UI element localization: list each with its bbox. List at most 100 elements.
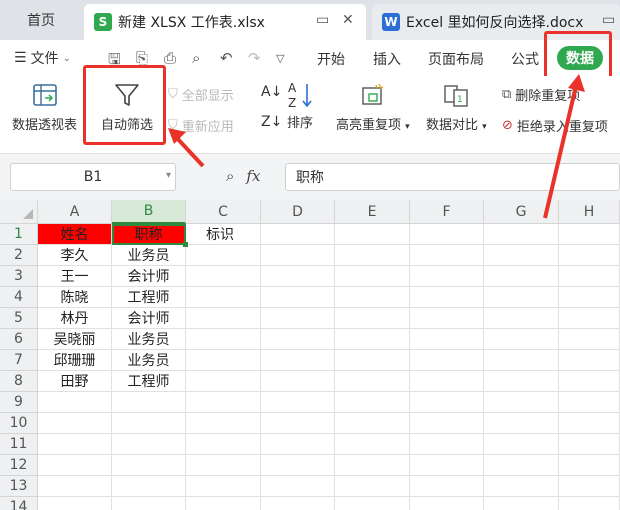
- column-header-d[interactable]: D: [261, 200, 335, 224]
- select-all-corner[interactable]: [0, 200, 38, 224]
- row-header-13[interactable]: 13: [0, 476, 38, 497]
- cell-f4[interactable]: [410, 287, 484, 308]
- cell-f13[interactable]: [410, 476, 484, 497]
- cell-b6[interactable]: 业务员: [112, 329, 186, 350]
- cell-e10[interactable]: [335, 413, 410, 434]
- cell-a8[interactable]: 田野: [38, 371, 112, 392]
- cell-g9[interactable]: [484, 392, 559, 413]
- cell-a1[interactable]: 姓名: [38, 224, 112, 245]
- cell-b1[interactable]: 职称: [112, 224, 186, 245]
- cell-b12[interactable]: [112, 455, 186, 476]
- cell-g6[interactable]: [484, 329, 559, 350]
- cell-g4[interactable]: [484, 287, 559, 308]
- name-box[interactable]: B1 ▾: [10, 163, 176, 191]
- cell-f9[interactable]: [410, 392, 484, 413]
- row-header-8[interactable]: 8: [0, 371, 38, 392]
- cell-d13[interactable]: [261, 476, 335, 497]
- cell-d2[interactable]: [261, 245, 335, 266]
- row-header-12[interactable]: 12: [0, 455, 38, 476]
- cell-h3[interactable]: [559, 266, 620, 287]
- file-menu[interactable]: ☰ 文件 ⌄: [14, 48, 71, 68]
- cell-a3[interactable]: 王一: [38, 266, 112, 287]
- cell-a2[interactable]: 李久: [38, 245, 112, 266]
- print-icon[interactable]: ⎙: [164, 49, 176, 67]
- cell-f8[interactable]: [410, 371, 484, 392]
- window-mode-icon[interactable]: ▭: [316, 12, 329, 28]
- cell-a11[interactable]: [38, 434, 112, 455]
- cell-c7[interactable]: [186, 350, 261, 371]
- cell-f12[interactable]: [410, 455, 484, 476]
- pivot-table-button[interactable]: 数据透视表: [12, 82, 77, 133]
- cell-h14[interactable]: [559, 497, 620, 510]
- cell-b3[interactable]: 会计师: [112, 266, 186, 287]
- cell-e12[interactable]: [335, 455, 410, 476]
- cell-f1[interactable]: [410, 224, 484, 245]
- cell-h7[interactable]: [559, 350, 620, 371]
- cell-g10[interactable]: [484, 413, 559, 434]
- column-header-c[interactable]: C: [186, 200, 261, 224]
- cell-d14[interactable]: [261, 497, 335, 510]
- cell-h13[interactable]: [559, 476, 620, 497]
- highlight-duplicates-button[interactable]: 高亮重复项 ▾: [336, 82, 410, 133]
- cell-a10[interactable]: [38, 413, 112, 434]
- cell-e1[interactable]: [335, 224, 410, 245]
- cell-d12[interactable]: [261, 455, 335, 476]
- chevron-down-icon[interactable]: ▾: [166, 170, 171, 181]
- cell-a5[interactable]: 林丹: [38, 308, 112, 329]
- cell-g2[interactable]: [484, 245, 559, 266]
- cell-d1[interactable]: [261, 224, 335, 245]
- print-preview-icon[interactable]: ⌕: [192, 49, 200, 67]
- cell-e8[interactable]: [335, 371, 410, 392]
- cell-g8[interactable]: [484, 371, 559, 392]
- cell-a12[interactable]: [38, 455, 112, 476]
- tab-xlsx[interactable]: S 新建 XLSX 工作表.xlsx ▭ ✕: [84, 4, 366, 40]
- cell-h1[interactable]: [559, 224, 620, 245]
- redo-icon[interactable]: ↷: [248, 49, 261, 67]
- cell-h8[interactable]: [559, 371, 620, 392]
- cell-h10[interactable]: [559, 413, 620, 434]
- show-all-button[interactable]: ⛉ 全部显示: [168, 85, 234, 104]
- row-header-3[interactable]: 3: [0, 266, 38, 287]
- cell-c10[interactable]: [186, 413, 261, 434]
- cell-f11[interactable]: [410, 434, 484, 455]
- menu-item-start[interactable]: 开始: [317, 49, 345, 69]
- row-header-10[interactable]: 10: [0, 413, 38, 434]
- cell-f3[interactable]: [410, 266, 484, 287]
- fx-icon[interactable]: fx: [246, 167, 260, 185]
- sort-descending-icon[interactable]: Z↓: [261, 114, 282, 130]
- row-header-7[interactable]: 7: [0, 350, 38, 371]
- cell-a7[interactable]: 邱珊珊: [38, 350, 112, 371]
- sort-button[interactable]: A Z 排序: [286, 80, 314, 131]
- cell-a4[interactable]: 陈晓: [38, 287, 112, 308]
- cell-f2[interactable]: [410, 245, 484, 266]
- cell-e3[interactable]: [335, 266, 410, 287]
- cell-a6[interactable]: 吴晓丽: [38, 329, 112, 350]
- sort-ascending-icon[interactable]: A↓: [261, 84, 282, 100]
- remove-duplicates-button[interactable]: ⧉ 删除重复项: [502, 85, 580, 104]
- row-header-4[interactable]: 4: [0, 287, 38, 308]
- cell-d8[interactable]: [261, 371, 335, 392]
- cell-e4[interactable]: [335, 287, 410, 308]
- cell-d3[interactable]: [261, 266, 335, 287]
- cell-c14[interactable]: [186, 497, 261, 510]
- reapply-button[interactable]: ⛉ 重新应用: [168, 116, 234, 135]
- undo-icon[interactable]: ↶: [220, 49, 233, 67]
- cell-d7[interactable]: [261, 350, 335, 371]
- cell-e7[interactable]: [335, 350, 410, 371]
- cell-g1[interactable]: [484, 224, 559, 245]
- cell-b4[interactable]: 工程师: [112, 287, 186, 308]
- column-header-h[interactable]: H: [559, 200, 620, 224]
- window-mode-icon[interactable]: ▭: [602, 12, 615, 28]
- cell-b7[interactable]: 业务员: [112, 350, 186, 371]
- cell-d4[interactable]: [261, 287, 335, 308]
- reject-duplicates-button[interactable]: ⊘ 拒绝录入重复项: [502, 116, 608, 135]
- cell-d11[interactable]: [261, 434, 335, 455]
- row-header-6[interactable]: 6: [0, 329, 38, 350]
- cell-c3[interactable]: [186, 266, 261, 287]
- cell-h5[interactable]: [559, 308, 620, 329]
- cell-a9[interactable]: [38, 392, 112, 413]
- cell-g12[interactable]: [484, 455, 559, 476]
- cell-f14[interactable]: [410, 497, 484, 510]
- cell-g7[interactable]: [484, 350, 559, 371]
- cell-c6[interactable]: [186, 329, 261, 350]
